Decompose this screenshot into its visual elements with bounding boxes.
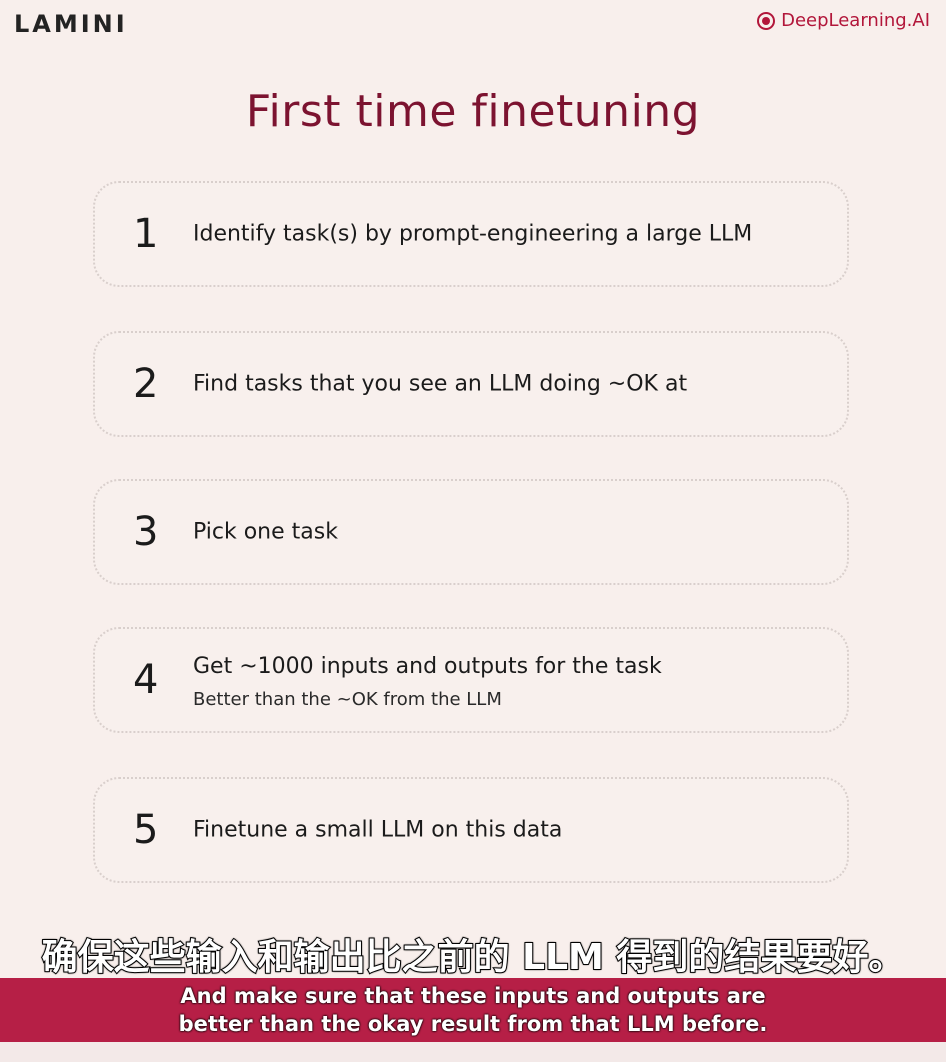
slide-title: First time finetuning bbox=[245, 86, 701, 137]
step-number: 1 bbox=[133, 211, 159, 257]
bottom-strip bbox=[0, 1042, 946, 1062]
deeplearning-ai-logo-icon bbox=[757, 11, 776, 30]
step-text: Finetune a small LLM on this data bbox=[193, 817, 563, 843]
step-number: 2 bbox=[133, 361, 159, 407]
step-card-4: 4 Get ~1000 inputs and outputs for the t… bbox=[93, 627, 849, 733]
step-card-2: 2 Find tasks that you see an LLM doing ~… bbox=[93, 331, 849, 437]
deeplearning-ai-brand: DeepLearning.AI bbox=[757, 10, 930, 31]
brand-text: DeepLearning.AI bbox=[781, 10, 930, 31]
step-number: 5 bbox=[133, 807, 159, 853]
step-card-1: 1 Identify task(s) by prompt-engineering… bbox=[93, 181, 849, 287]
step-subtext: Better than the ~OK from the LLM bbox=[193, 688, 502, 710]
step-text: Identify task(s) by prompt-engineering a… bbox=[193, 221, 753, 247]
step-text: Pick one task bbox=[193, 519, 338, 545]
step-card-3: 3 Pick one task bbox=[93, 479, 849, 585]
step-text: Find tasks that you see an LLM doing ~OK… bbox=[193, 371, 688, 397]
step-text: Get ~1000 inputs and outputs for the tas… bbox=[193, 654, 662, 679]
step-card-5: 5 Finetune a small LLM on this data bbox=[93, 777, 849, 883]
english-subtitle-line-2: better than the okay result from that LL… bbox=[178, 1012, 768, 1036]
chinese-subtitle: 确保这些输入和输出比之前的 LLM 得到的结果要好。 bbox=[41, 936, 906, 979]
step-number: 4 bbox=[133, 657, 159, 703]
step-number: 3 bbox=[133, 509, 159, 555]
english-subtitle-bar: And make sure that these inputs and outp… bbox=[0, 978, 946, 1042]
lamini-logo: LAMINI bbox=[14, 10, 128, 38]
english-subtitle-line-1: And make sure that these inputs and outp… bbox=[180, 983, 766, 1008]
step-text-block: Get ~1000 inputs and outputs for the tas… bbox=[193, 653, 662, 711]
